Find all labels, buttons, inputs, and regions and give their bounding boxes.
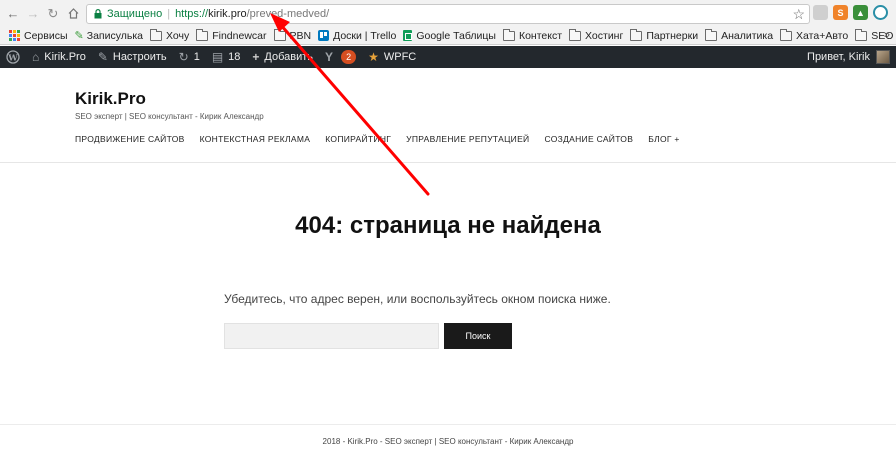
folder-icon <box>150 28 162 41</box>
header-divider <box>0 162 896 163</box>
bookmarks-overflow-button[interactable]: » <box>884 29 890 41</box>
footer-divider <box>0 424 896 425</box>
nav-item-promotion[interactable]: ПРОДВИЖЕНИЕ САЙТОВ <box>75 134 185 144</box>
admin-updates[interactable]: ↻ 1 <box>173 46 206 68</box>
cloud-extension-icon[interactable] <box>813 5 828 20</box>
bookmark-google-sheets[interactable]: Google Таблицы <box>403 30 496 42</box>
error-title: 404: страница не найдена <box>295 212 601 239</box>
bookmark-folder-partnerki[interactable]: Партнерки <box>630 28 698 42</box>
yoast-icon: Y <box>325 50 334 64</box>
wordpress-logo-button[interactable]: W <box>0 46 26 68</box>
sheets-icon <box>403 30 413 41</box>
arrow-left-icon: ← <box>6 6 20 21</box>
trello-icon <box>318 30 330 41</box>
site-title[interactable]: Kirik.Pro <box>75 89 146 109</box>
admin-wpfc[interactable]: ★ WPFC <box>362 46 422 68</box>
nav-item-web-development[interactable]: СОЗДАНИЕ САЙТОВ <box>544 134 633 144</box>
bookmark-folder-hochu[interactable]: Хочу <box>150 28 189 42</box>
folder-icon <box>705 28 718 41</box>
brush-icon: ✎ <box>97 50 108 64</box>
bookmark-folder-findnewcar[interactable]: Findnewcar <box>196 28 267 42</box>
browser-toolbar: ← → ↻ Защищено | https://kirik.pro/preve… <box>0 0 896 27</box>
nav-item-context-ads[interactable]: КОНТЕКСТНАЯ РЕКЛАМА <box>200 134 311 144</box>
circle-extension-icon[interactable] <box>873 5 888 20</box>
cheetah-icon: ★ <box>368 50 379 64</box>
admin-greeting: Привет, Kirik <box>807 51 870 63</box>
folder-icon <box>855 28 868 41</box>
admin-yoast[interactable]: Y 2 <box>319 46 362 68</box>
footer-text: 2018 - Kirik.Pro - SEO эксперт | SEO кон… <box>322 437 574 446</box>
reload-icon: ↻ <box>47 5 59 21</box>
admin-account[interactable]: Привет, Kirik <box>807 46 890 68</box>
nav-item-copywriting[interactable]: КОПИРАЙТИНГ <box>325 134 391 144</box>
avatar <box>876 50 890 64</box>
bookmark-folder-analitika[interactable]: Аналитика <box>705 28 773 42</box>
reload-button[interactable]: ↻ <box>43 4 63 24</box>
admin-customize[interactable]: ✎ Настроить <box>92 46 173 68</box>
home-icon: ⌂ <box>32 50 40 64</box>
search-input[interactable] <box>224 323 439 349</box>
main-navigation: ПРОДВИЖЕНИЕ САЙТОВ КОНТЕКСТНАЯ РЕКЛАМА К… <box>75 134 695 144</box>
url-host: kirik.pro <box>208 8 247 20</box>
green-extension-icon[interactable]: ▲ <box>853 5 868 20</box>
bookmark-trello[interactable]: Доски | Trello <box>318 30 396 42</box>
comment-icon: ▤ <box>211 50 224 64</box>
svg-text:W: W <box>7 53 18 63</box>
admin-add-new[interactable]: + Добавить <box>246 46 319 68</box>
search-button[interactable]: Поиск <box>444 323 512 349</box>
bookmark-folder-hosting[interactable]: Хостинг <box>569 28 623 42</box>
forward-button[interactable]: → <box>23 4 43 24</box>
lock-icon <box>91 9 105 19</box>
bookmark-zapisulka[interactable]: ✎ Записулька <box>74 29 143 43</box>
refresh-icon: ↻ <box>178 50 189 64</box>
error-message: Убедитесь, что адрес верен, или воспольз… <box>224 292 611 306</box>
plus-icon: + <box>252 50 260 64</box>
admin-site-name[interactable]: ⌂ Kirik.Pro <box>26 46 92 68</box>
omnibox-separator: | <box>167 8 171 20</box>
back-button[interactable]: ← <box>3 4 23 24</box>
bookmark-services[interactable]: Сервисы <box>9 30 68 42</box>
wp-admin-bar: W ⌂ Kirik.Pro ✎ Настроить ↻ 1 ▤ 18 + Доб… <box>0 46 896 68</box>
arrow-right-icon: → <box>26 6 40 21</box>
bookmark-folder-hata-avto[interactable]: Хата+Авто <box>780 28 848 42</box>
bookmark-folder-pbn[interactable]: PBN <box>273 28 311 42</box>
folder-icon <box>569 28 582 41</box>
yoast-badge: 2 <box>341 50 357 64</box>
lastpass-extension-icon[interactable]: S <box>833 5 848 20</box>
apps-icon <box>9 30 20 41</box>
nav-item-blog[interactable]: БЛОГ + <box>648 134 680 144</box>
folder-icon <box>273 28 286 41</box>
secure-label: Защищено <box>107 8 163 20</box>
bookmark-folder-kontekst[interactable]: Контекст <box>502 28 562 42</box>
url-scheme: https:// <box>175 8 209 20</box>
bookmarks-bar: Сервисы ✎ Записулька Хочу Findnewcar PBN… <box>0 27 896 45</box>
nav-item-reputation[interactable]: УПРАВЛЕНИЕ РЕПУТАЦИЕЙ <box>406 134 529 144</box>
folder-icon <box>196 28 209 41</box>
admin-comments[interactable]: ▤ 18 <box>206 46 247 68</box>
site-description: SEO эксперт | SEO консультант - Кирик Ал… <box>75 112 264 121</box>
folder-icon <box>780 28 793 41</box>
star-icon[interactable]: ☆ <box>792 6 805 23</box>
home-button[interactable] <box>63 4 83 24</box>
url-path: /preved-medved/ <box>246 8 330 20</box>
extension-icons: S ▲ ⋮ <box>813 5 896 20</box>
home-icon <box>68 8 78 19</box>
wordpress-icon: W <box>6 50 20 64</box>
pencil-icon: ✎ <box>74 30 84 42</box>
address-bar[interactable]: Защищено | https://kirik.pro/preved-medv… <box>86 4 810 24</box>
folder-icon <box>502 28 515 41</box>
folder-icon <box>630 28 643 41</box>
